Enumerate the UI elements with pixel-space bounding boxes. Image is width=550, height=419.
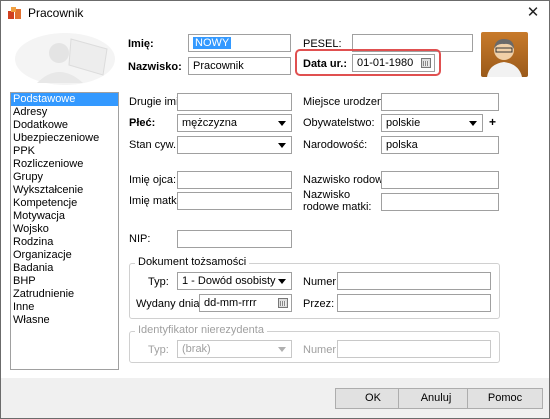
sidebar-item-ubezpieczeniowe[interactable]: Ubezpieczeniowe [11, 132, 118, 145]
chevron-down-icon [278, 121, 286, 126]
calendar-icon[interactable] [421, 58, 431, 68]
first-name-label: Imię: [128, 38, 154, 50]
document-number-label: Numer: [303, 276, 340, 288]
identity-document-title: Dokument tożsamości [135, 256, 250, 268]
first-name-field[interactable]: NOWY [188, 34, 291, 52]
help-button[interactable]: Pomoc [467, 388, 543, 409]
issue-date-label: Wydany dnia: [136, 298, 203, 310]
sidebar-item-adresy[interactable]: Adresy [11, 106, 118, 119]
photo-placeholder-icon [9, 31, 121, 87]
birthplace-field[interactable] [381, 93, 499, 111]
last-name-label: Nazwisko: [128, 61, 182, 73]
app-icon [8, 7, 21, 19]
close-icon[interactable]: ✕ [523, 3, 543, 23]
sidebar-item-zatrudnienie[interactable]: Zatrudnienie [11, 288, 118, 301]
window-title: Pracownik [28, 6, 84, 20]
mother-maiden-name-field[interactable] [381, 193, 499, 211]
chevron-down-icon [278, 279, 286, 284]
sidebar-item-motywacja[interactable]: Motywacja [11, 210, 118, 223]
sidebar-item-wlasne[interactable]: Własne [11, 314, 118, 327]
first-name-value: NOWY [193, 37, 232, 49]
issued-by-field[interactable] [337, 294, 491, 312]
last-name-field[interactable]: Pracownik [188, 57, 291, 75]
citizenship-value: polskie [386, 117, 421, 129]
chevron-down-icon [469, 121, 477, 126]
title-bar: Pracownik ✕ [1, 1, 549, 25]
mother-name-label: Imię matki: [129, 195, 183, 207]
avatar[interactable] [481, 32, 528, 77]
sidebar-item-ppk[interactable]: PPK [11, 145, 118, 158]
nationality-field[interactable]: polska [381, 136, 499, 154]
sidebar-item-wojsko[interactable]: Wojsko [11, 223, 118, 236]
sidebar-item-organizacje[interactable]: Organizacje [11, 249, 118, 262]
sidebar-item-wyksztalcenie[interactable]: Wykształcenie [11, 184, 118, 197]
nip-field[interactable] [177, 230, 292, 248]
nonresident-number-label: Numer: [303, 344, 340, 356]
marital-status-select[interactable] [177, 136, 292, 154]
document-number-field[interactable] [337, 272, 491, 290]
birth-date-value: 01-01-1980 [357, 57, 414, 69]
gender-label: Płeć: [129, 117, 156, 129]
sidebar-item-badania[interactable]: Badania [11, 262, 118, 275]
employee-dialog: Pracownik ✕ Imię: NOWY Nazwisko: Pracown… [0, 0, 550, 419]
nonresident-type-value: (brak) [182, 343, 211, 355]
issue-date-field[interactable]: dd-mm-rrrr [199, 294, 292, 312]
birth-date-label: Data ur.: [303, 58, 348, 70]
document-type-select[interactable]: 1 - Dowód osobisty [177, 272, 292, 290]
nip-label: NIP: [129, 233, 151, 245]
cancel-button[interactable]: Anuluj [398, 388, 474, 409]
nonresident-id-title: Identyfikator nierezydenta [135, 324, 267, 336]
sidebar-item-dodatkowe[interactable]: Dodatkowe [11, 119, 118, 132]
add-citizenship-button[interactable]: + [486, 114, 499, 132]
maiden-name-field[interactable] [381, 171, 499, 189]
citizenship-label: Obywatelstwo: [303, 117, 375, 129]
nationality-label: Narodowość: [303, 139, 368, 151]
document-type-label: Typ: [148, 276, 169, 288]
sidebar-item-inne[interactable]: Inne [11, 301, 118, 314]
sidebar-item-rodzina[interactable]: Rodzina [11, 236, 118, 249]
nonresident-type-select[interactable]: (brak) [177, 340, 292, 358]
mother-name-field[interactable] [177, 192, 292, 210]
gender-value: mężczyzna [182, 117, 238, 129]
section-list[interactable]: Podstawowe Adresy Dodatkowe Ubezpieczeni… [10, 92, 119, 370]
citizenship-select[interactable]: polskie [381, 114, 483, 132]
chevron-down-icon [278, 143, 286, 148]
mother-maiden-name-label-1: Nazwisko [303, 189, 351, 201]
sidebar-item-rozliczeniowe[interactable]: Rozliczeniowe [11, 158, 118, 171]
dialog-footer: OK Anuluj Pomoc [1, 378, 549, 418]
nonresident-type-label: Typ: [148, 344, 169, 356]
issued-by-label: Przez: [303, 298, 335, 310]
issue-date-value: dd-mm-rrrr [204, 297, 257, 309]
maiden-name-label: Nazwisko rodowe: [303, 174, 393, 186]
sidebar-item-grupy[interactable]: Grupy [11, 171, 118, 184]
gender-select[interactable]: mężczyzna [177, 114, 292, 132]
calendar-icon[interactable] [278, 298, 288, 308]
dialog-content: Imię: NOWY Nazwisko: Pracownik PESEL: Da… [1, 25, 549, 378]
document-type-value: 1 - Dowód osobisty [182, 275, 276, 287]
father-name-label: Imię ojca: [129, 174, 177, 186]
sidebar-item-bhp[interactable]: BHP [11, 275, 118, 288]
chevron-down-icon [278, 347, 286, 352]
sidebar-item-kompetencje[interactable]: Kompetencje [11, 197, 118, 210]
father-name-field[interactable] [177, 171, 292, 189]
marital-status-label: Stan cyw.: [129, 139, 180, 151]
sidebar-item-podstawowe[interactable]: Podstawowe [11, 93, 118, 106]
mother-maiden-name-label-2: rodowe matki: [303, 201, 372, 213]
nonresident-number-field[interactable] [337, 340, 491, 358]
birth-date-field[interactable]: 01-01-1980 [352, 54, 435, 72]
middle-name-field[interactable] [177, 93, 292, 111]
